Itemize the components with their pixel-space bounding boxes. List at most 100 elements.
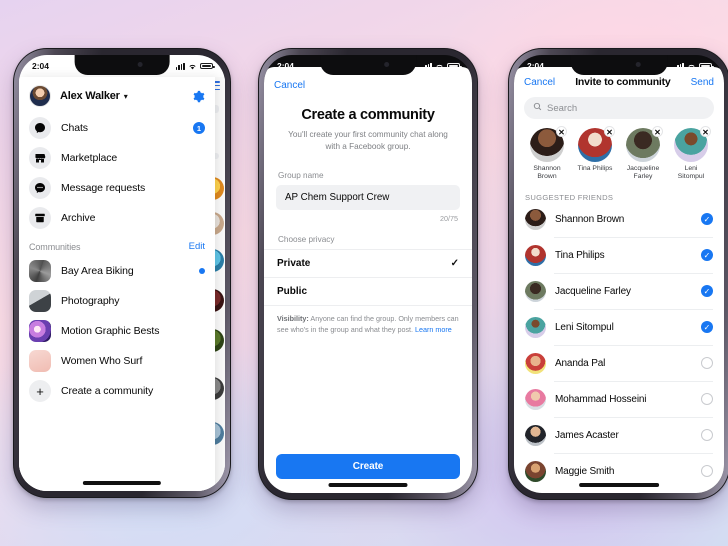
- privacy-option-public[interactable]: Public: [264, 278, 472, 306]
- learn-more-link[interactable]: Learn more: [415, 325, 452, 334]
- cellular-bars-icon: [422, 62, 432, 70]
- status-indicators: [674, 62, 714, 70]
- divider: [554, 236, 713, 238]
- community-thumbnail: [29, 320, 51, 342]
- selected-chip-label: Shannon Brown: [533, 165, 561, 181]
- close-icon[interactable]: ✕: [604, 126, 615, 137]
- avatar: [525, 208, 546, 230]
- privacy-option-label: Public: [277, 285, 308, 297]
- status-indicators: [422, 62, 462, 70]
- community-label: Motion Graphic Bests: [61, 325, 160, 337]
- status-time: 2:04: [527, 61, 545, 71]
- create-community-label: Create a community: [61, 385, 154, 397]
- sidebar-item-archive[interactable]: Archive: [19, 203, 215, 233]
- selected-chip[interactable]: ✕ Jacqueline Farley: [621, 126, 665, 182]
- select-circle-icon[interactable]: [701, 429, 713, 442]
- community-item-women-who-surf[interactable]: Women Who Surf: [19, 346, 215, 376]
- status-time: 2:04: [277, 61, 295, 71]
- checkmark-filled-icon[interactable]: ✓: [701, 285, 713, 298]
- list-item[interactable]: Mohammad Hosseini: [514, 384, 724, 415]
- community-item-bay-area-biking[interactable]: Bay Area Biking: [19, 256, 215, 286]
- privacy-label: Choose privacy: [278, 234, 335, 244]
- profile-name: Alex Walker: [60, 90, 120, 102]
- cancel-button[interactable]: Cancel: [524, 77, 555, 88]
- list-item[interactable]: Shannon Brown ✓: [514, 204, 724, 235]
- friend-name: Mohammad Hosseini: [555, 393, 647, 405]
- chevron-down-icon[interactable]: ▾: [124, 92, 128, 101]
- message-dots-icon: [29, 177, 51, 199]
- privacy-option-private[interactable]: Private ✓: [264, 248, 472, 278]
- close-icon[interactable]: ✕: [700, 126, 711, 137]
- wifi-icon: [687, 63, 696, 70]
- status-indicators: [175, 62, 215, 70]
- close-icon[interactable]: ✕: [652, 126, 663, 137]
- list-item[interactable]: Jacqueline Farley ✓: [514, 276, 724, 307]
- battery-icon: [699, 62, 714, 70]
- status-bar: 2:04: [264, 55, 472, 77]
- home-indicator: [82, 481, 162, 485]
- selected-chip[interactable]: ✕ Tina Philips: [573, 126, 617, 182]
- selected-chip[interactable]: ✕ Leni Sitompul: [669, 126, 713, 182]
- sidebar-item-marketplace[interactable]: Marketplace: [19, 143, 215, 173]
- create-cta-container: Create: [264, 454, 472, 479]
- wifi-icon: [188, 63, 197, 70]
- selected-chip-label: Leni Sitompul: [677, 165, 705, 181]
- community-item-motion-graphic-bests[interactable]: Motion Graphic Bests: [19, 316, 215, 346]
- community-thumbnail: [29, 260, 51, 282]
- community-item-photography[interactable]: Photography: [19, 286, 215, 316]
- checkmark-filled-icon[interactable]: ✓: [701, 321, 713, 334]
- avatar: [525, 280, 546, 302]
- checkmark-filled-icon[interactable]: ✓: [701, 249, 713, 262]
- close-icon[interactable]: ✕: [556, 126, 567, 137]
- drawer-container: Alex Walker ▾ Chats 1 Marketplace Messag…: [19, 77, 225, 491]
- send-button[interactable]: Send: [691, 77, 714, 88]
- friend-name: Leni Sitompul: [555, 321, 614, 333]
- visibility-note: Visibility: Anyone can find the group. O…: [277, 314, 459, 336]
- cellular-bars-icon: [175, 62, 185, 70]
- community-label: Bay Area Biking: [61, 265, 134, 277]
- checkmark-filled-icon[interactable]: ✓: [701, 213, 713, 226]
- selected-chip[interactable]: ✕ Shannon Brown: [525, 126, 569, 182]
- home-indicator: [579, 483, 659, 487]
- community-thumbnail: [29, 350, 51, 372]
- create-button[interactable]: Create: [276, 454, 460, 479]
- battery-icon: [200, 62, 215, 70]
- gear-icon[interactable]: [192, 90, 205, 103]
- community-label: Women Who Surf: [61, 355, 143, 367]
- friend-name: Shannon Brown: [555, 213, 625, 225]
- sidebar-item-chats[interactable]: Chats 1: [19, 113, 215, 143]
- select-circle-icon[interactable]: [701, 357, 713, 370]
- unread-dot: [199, 268, 205, 274]
- sidebar-item-label: Chats: [61, 122, 88, 134]
- select-circle-icon[interactable]: [701, 393, 713, 406]
- status-time: 2:04: [32, 61, 50, 71]
- sidebar-item-message-requests[interactable]: Message requests: [19, 173, 215, 203]
- battery-icon: [447, 62, 462, 70]
- search-input[interactable]: Search: [524, 97, 714, 119]
- screen-drawer: 2:04 Alex Walker ▾ Chats 1 Marketplace M…: [19, 55, 225, 491]
- list-item[interactable]: Ananda Pal: [514, 348, 724, 379]
- chat-bubble-icon: [29, 117, 51, 139]
- profile-row[interactable]: Alex Walker ▾: [19, 77, 215, 113]
- friend-name: Ananda Pal: [555, 357, 606, 369]
- search-placeholder: Search: [547, 102, 578, 114]
- cellular-bars-icon: [674, 62, 684, 70]
- list-item[interactable]: Maggie Smith: [514, 456, 724, 487]
- sidebar-item-label: Message requests: [61, 182, 146, 194]
- navigation-drawer: Alex Walker ▾ Chats 1 Marketplace Messag…: [19, 77, 215, 491]
- screen-create: 2:04 Cancel Create a community You'll cr…: [264, 55, 472, 493]
- friend-name: Maggie Smith: [555, 465, 615, 477]
- privacy-option-label: Private: [277, 257, 311, 269]
- list-item[interactable]: Leni Sitompul ✓: [514, 312, 724, 343]
- create-a-community-button[interactable]: + Create a community: [19, 376, 215, 406]
- edit-button[interactable]: Edit: [189, 241, 205, 252]
- list-item[interactable]: James Acaster: [514, 420, 724, 451]
- plus-icon: +: [29, 380, 51, 402]
- community-label: Photography: [61, 295, 120, 307]
- group-name-input[interactable]: AP Chem Support Crew: [276, 184, 460, 210]
- select-circle-icon[interactable]: [701, 465, 713, 478]
- avatar: [525, 388, 546, 410]
- search-icon: [533, 102, 542, 114]
- list-item[interactable]: Tina Philips ✓: [514, 240, 724, 271]
- cancel-button[interactable]: Cancel: [274, 80, 305, 91]
